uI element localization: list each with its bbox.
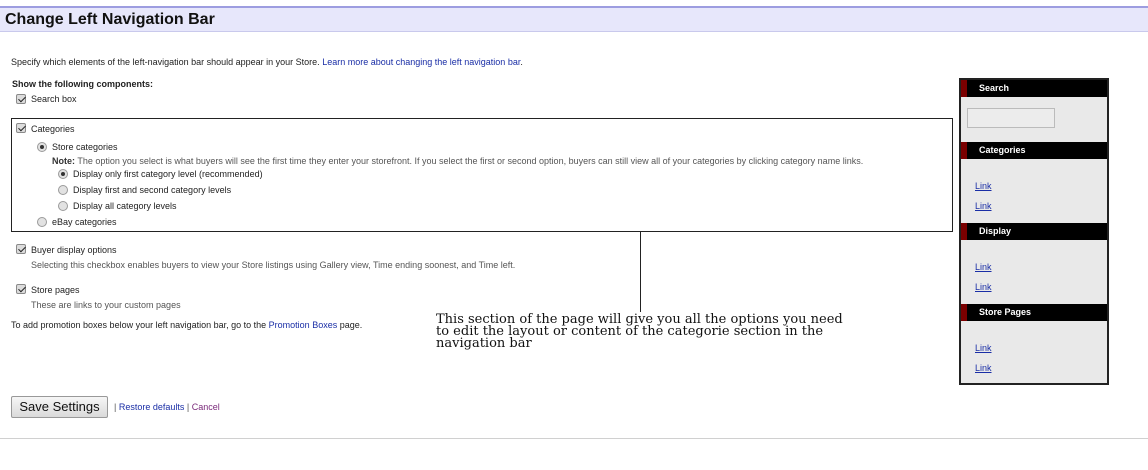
restore-defaults-link[interactable]: Restore defaults <box>119 402 185 412</box>
preview-display-link-2[interactable]: Link <box>975 282 992 292</box>
preview-store-pages-link-2[interactable]: Link <box>975 363 992 373</box>
promotion-text: To add promotion boxes below your left n… <box>11 320 363 330</box>
store-categories-radio[interactable] <box>37 142 47 152</box>
navigation-preview: Search Categories Link Link Display Link… <box>959 78 1109 385</box>
preview-categories-link-1[interactable]: Link <box>975 181 992 191</box>
buyer-display-description: Selecting this checkbox enables buyers t… <box>31 260 516 270</box>
preview-search-input <box>967 108 1055 128</box>
preview-display-link-1[interactable]: Link <box>975 262 992 272</box>
promotion-boxes-link[interactable]: Promotion Boxes <box>269 320 338 330</box>
preview-store-pages-link-1[interactable]: Link <box>975 343 992 353</box>
level-radio-first[interactable] <box>58 169 68 179</box>
ebay-categories-radio[interactable] <box>37 217 47 227</box>
store-pages-description: These are links to your custom pages <box>31 300 181 310</box>
annotation-pointer-line <box>640 232 641 312</box>
preview-search-heading: Search <box>961 80 1107 97</box>
components-heading: Show the following components: <box>12 79 153 89</box>
bottom-divider <box>0 438 1148 439</box>
categories-label: Categories <box>31 124 75 134</box>
buyer-display-checkbox[interactable] <box>16 244 26 254</box>
level-radio-first-second[interactable] <box>58 185 68 195</box>
categories-checkbox[interactable] <box>16 123 26 133</box>
page-title: Change Left Navigation Bar <box>5 11 215 28</box>
search-box-checkbox[interactable] <box>16 94 26 104</box>
search-box-label: Search box <box>31 94 77 104</box>
store-pages-checkbox[interactable] <box>16 284 26 294</box>
buyer-display-label: Buyer display options <box>31 245 117 255</box>
page-header: Change Left Navigation Bar <box>0 6 1148 32</box>
annotation-line-3: navigation bar <box>436 336 532 351</box>
preview-categories-link-2[interactable]: Link <box>975 201 992 211</box>
level-option-second-label: Display first and second category levels <box>73 185 232 195</box>
intro-text: Specify which elements of the left-navig… <box>11 57 523 67</box>
preview-categories-heading: Categories <box>961 142 1107 159</box>
preview-display-heading: Display <box>961 223 1107 240</box>
cancel-link[interactable]: Cancel <box>192 402 220 412</box>
learn-more-link[interactable]: Learn more about changing the left navig… <box>322 57 520 67</box>
preview-store-pages-heading: Store Pages <box>961 304 1107 321</box>
level-option-all-label: Display all category levels <box>73 201 177 211</box>
store-categories-label: Store categories <box>52 142 118 152</box>
level-option-first-label: Display only first category level (recom… <box>73 169 263 179</box>
action-links: | Restore defaults | Cancel <box>114 402 220 412</box>
store-pages-label: Store pages <box>31 285 80 295</box>
ebay-categories-label: eBay categories <box>52 217 117 227</box>
level-radio-all[interactable] <box>58 201 68 211</box>
categories-note: Note: The option you select is what buye… <box>52 156 864 166</box>
save-settings-button[interactable]: Save Settings <box>11 396 108 418</box>
